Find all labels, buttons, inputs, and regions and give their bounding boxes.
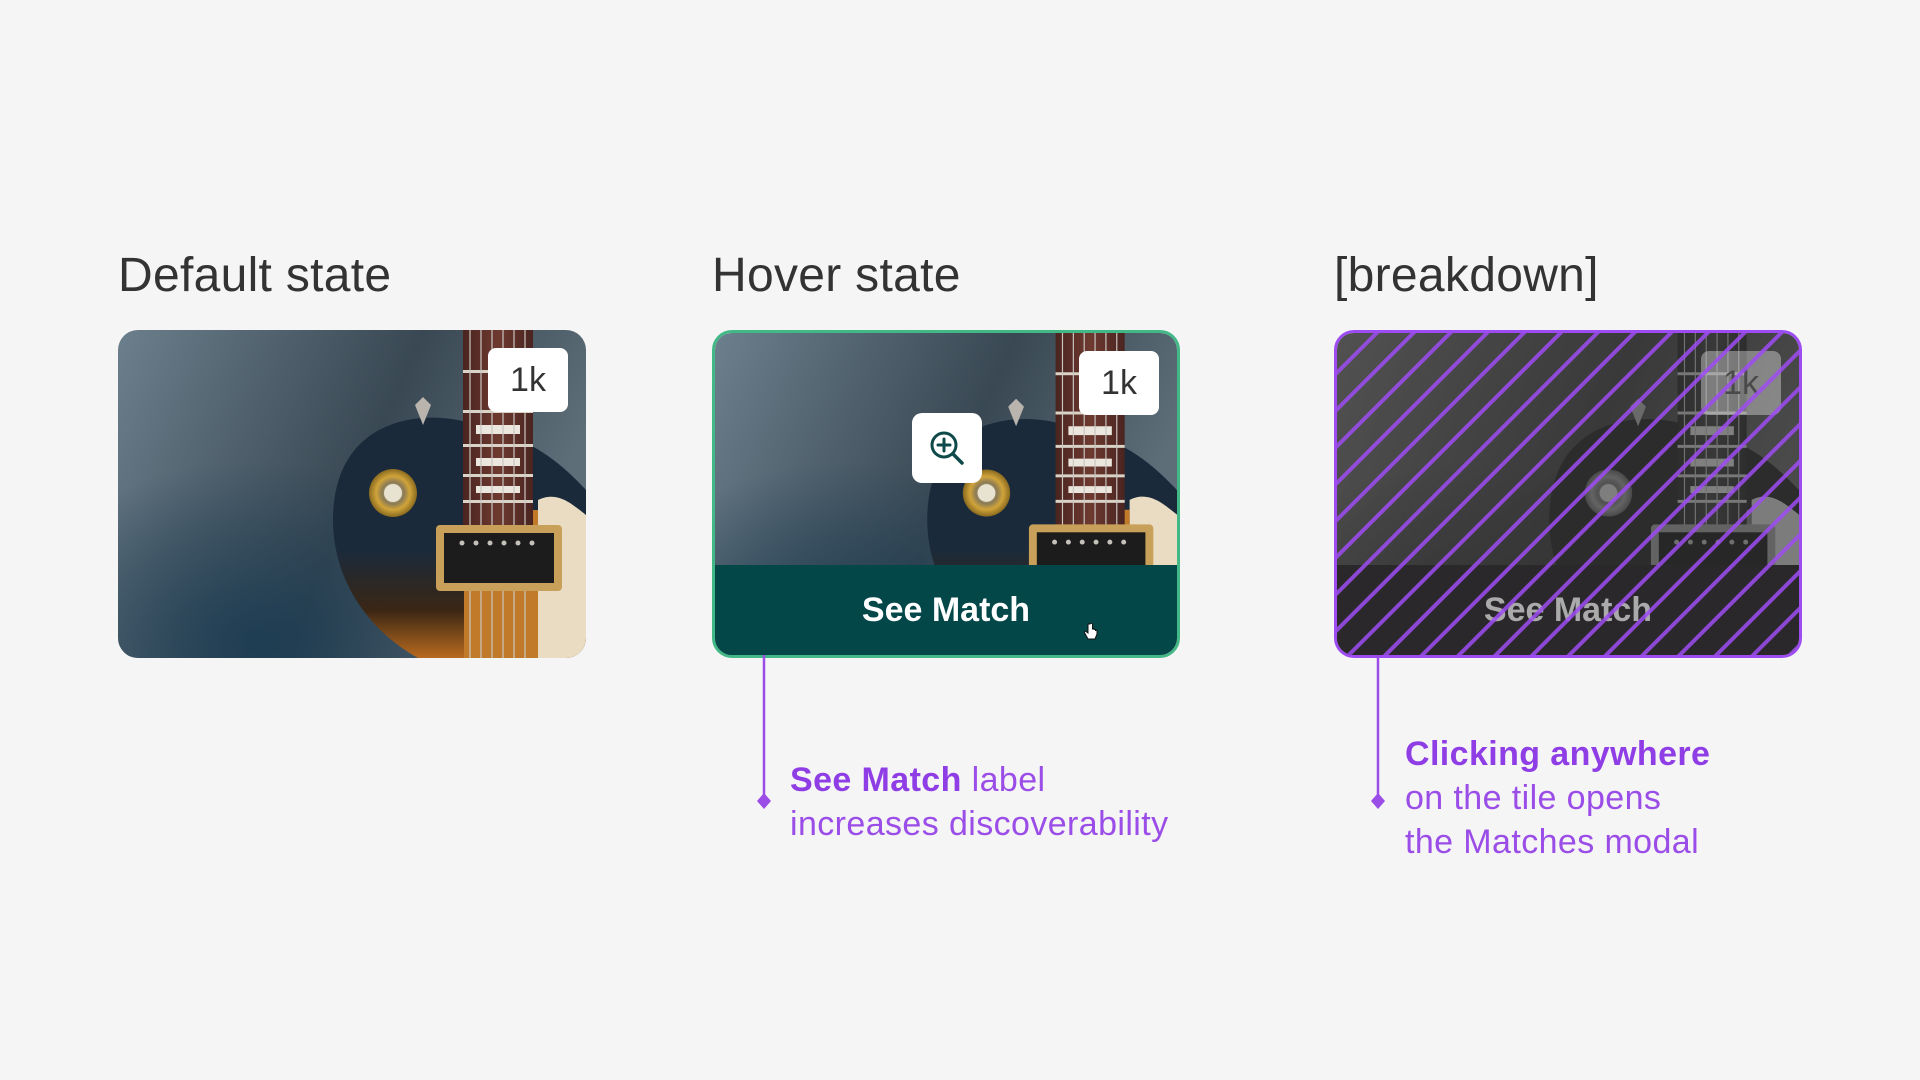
zoom-button[interactable] <box>912 413 982 483</box>
annotation-text: the Matches modal <box>1405 823 1700 861</box>
count-badge: 1k <box>488 348 568 412</box>
see-match-button[interactable]: See Match <box>715 565 1177 655</box>
match-tile-breakdown[interactable]: 1k See Match <box>1334 330 1802 658</box>
count-badge: 1k <box>1079 351 1159 415</box>
annotation-text: increases discoverability <box>790 805 1169 843</box>
pointer-hand-icon <box>1083 623 1098 640</box>
default-state-heading: Default state <box>118 249 392 302</box>
annotation-emphasis: Clicking anywhere <box>1405 735 1711 773</box>
match-tile-hover[interactable]: 1k See Match <box>712 330 1180 658</box>
breakdown-heading: [breakdown] <box>1334 249 1599 302</box>
see-match-button[interactable]: See Match <box>1337 565 1799 655</box>
count-badge: 1k <box>1701 351 1781 415</box>
annotation-text: on the tile opens <box>1405 779 1662 817</box>
zoom-in-icon <box>930 431 964 465</box>
match-tile-default[interactable]: 1k <box>118 330 586 658</box>
annotation-text: label <box>961 761 1046 799</box>
annotation-emphasis: See Match <box>790 761 962 799</box>
see-match-annotation: See Match label increases discoverabilit… <box>790 758 1169 846</box>
clicking-annotation: Clicking anywhere on the tile opens the … <box>1405 732 1710 864</box>
hover-state-heading: Hover state <box>712 249 961 302</box>
